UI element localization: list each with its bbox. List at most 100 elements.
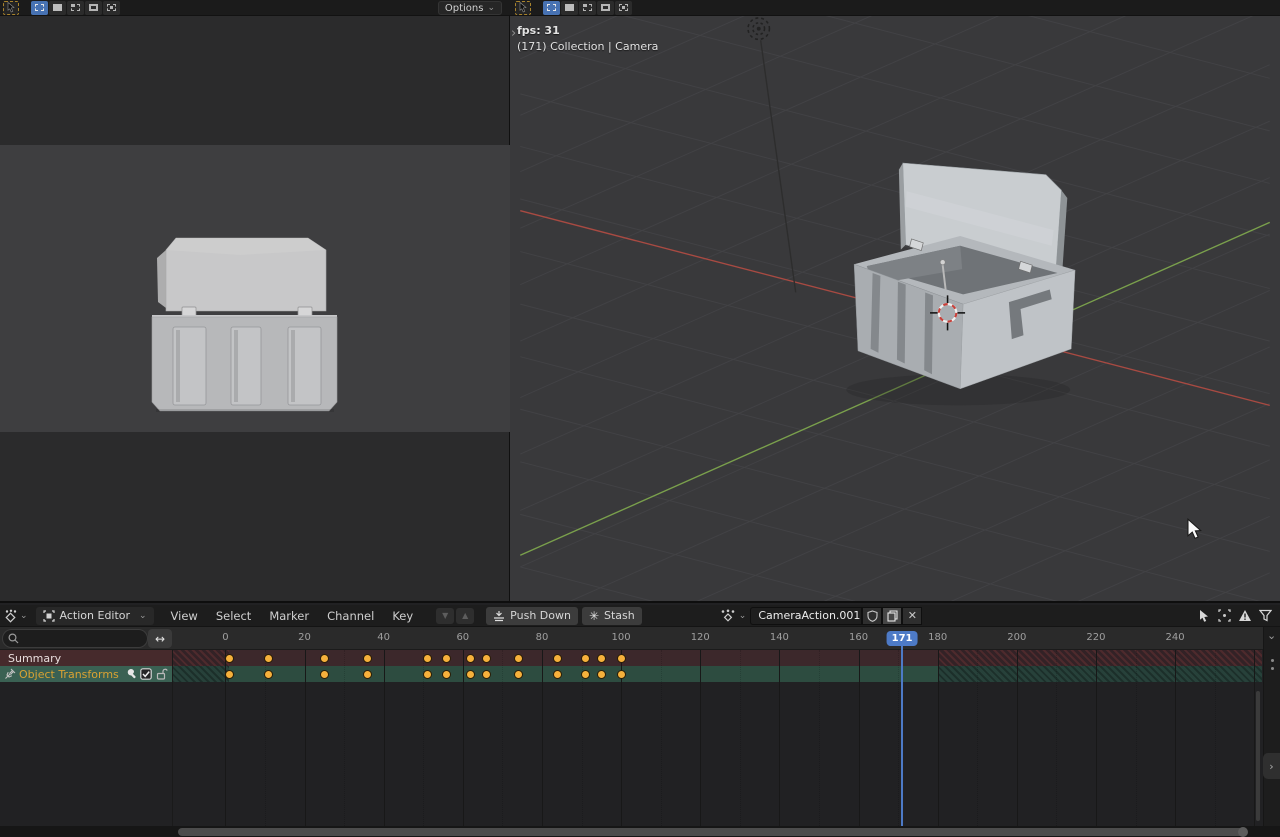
- select-mode-intersect-button[interactable]: [615, 1, 632, 15]
- track-out-of-range-hatch: [172, 650, 229, 666]
- select-intersect-icon: [619, 4, 628, 11]
- mouse-cursor: [1188, 519, 1201, 538]
- new-action-copy-button[interactable]: [882, 607, 902, 625]
- channel-row-summary[interactable]: Summary: [0, 650, 172, 666]
- current-frame-badge[interactable]: 171: [887, 631, 918, 646]
- scene-3d-render: [510, 16, 1280, 601]
- keyframe-dot[interactable]: [466, 654, 475, 663]
- keyframe-dot[interactable]: [466, 670, 475, 679]
- keyframe-dot[interactable]: [553, 654, 562, 663]
- select-subtract-icon: [71, 4, 80, 11]
- editor-mode-dropdown[interactable]: Action Editor ⌄: [36, 607, 154, 625]
- keyframe-dot[interactable]: [363, 670, 372, 679]
- timeline-ruler[interactable]: 020406080100120140160180200220240171: [0, 627, 1280, 650]
- keyframe-dot[interactable]: [514, 654, 523, 663]
- tool-settings-bar-left: Options ⌄: [0, 0, 510, 16]
- active-tool-tweak-button-right[interactable]: [515, 1, 531, 15]
- menu-key[interactable]: Key: [383, 609, 422, 623]
- move-down-button[interactable]: ▼: [436, 608, 454, 624]
- viewport-camera[interactable]: Options ⌄: [0, 0, 510, 601]
- keyframe-dot[interactable]: [482, 670, 491, 679]
- light-gizmo[interactable]: [748, 18, 769, 39]
- action-name-field[interactable]: CameraAction.001: [750, 607, 862, 625]
- keyframe-dot[interactable]: [617, 670, 626, 679]
- options-label: Options: [445, 3, 484, 14]
- keyframe-dot[interactable]: [225, 654, 234, 663]
- keyframe-dot[interactable]: [225, 670, 234, 679]
- checkbox-enabled-icon[interactable]: [140, 668, 152, 680]
- show-hidden-frame-icon[interactable]: [1218, 609, 1231, 622]
- select-mode-extend-button[interactable]: [561, 1, 578, 15]
- menu-channel[interactable]: Channel: [318, 609, 383, 623]
- expand-channels-button[interactable]: ↔: [148, 629, 172, 648]
- keyframe-dot[interactable]: [320, 654, 329, 663]
- lock-open-icon[interactable]: [156, 668, 168, 680]
- fps-counter: fps: 31: [517, 24, 560, 37]
- keyframe-dot[interactable]: [617, 654, 626, 663]
- stash-button[interactable]: ✳ Stash: [582, 607, 642, 625]
- select-mode-intersect-button[interactable]: [103, 1, 120, 15]
- chevron-down-icon: ⌄: [139, 611, 147, 621]
- cursor-tool-icon: [518, 2, 528, 13]
- keyframe-dot[interactable]: [442, 670, 451, 679]
- keyframe-dot[interactable]: [553, 670, 562, 679]
- action-browse-dropdown[interactable]: ⌄: [720, 609, 747, 622]
- fake-user-shield-button[interactable]: [862, 607, 882, 625]
- select-mode-subtract-button[interactable]: [579, 1, 596, 15]
- keyframe-dot[interactable]: [423, 670, 432, 679]
- keyframe-dot[interactable]: [597, 654, 606, 663]
- keyframe-dot[interactable]: [514, 670, 523, 679]
- keyframe-dot[interactable]: [264, 654, 273, 663]
- chevron-down-icon[interactable]: ⌄: [1267, 629, 1276, 642]
- chest-open-render[interactable]: [846, 163, 1075, 405]
- channel-row-object-transforms[interactable]: Object Transforms: [0, 666, 172, 682]
- pin-icon[interactable]: [4, 668, 16, 680]
- playhead-line[interactable]: [901, 646, 903, 826]
- move-up-button[interactable]: ▲: [456, 608, 474, 624]
- active-tool-tweak-button[interactable]: [3, 1, 19, 15]
- select-extend-icon: [565, 4, 574, 11]
- sidebar-toggle-tab[interactable]: ›: [1263, 753, 1280, 779]
- channel-search-input[interactable]: [2, 629, 148, 648]
- keyframe-dot[interactable]: [597, 670, 606, 679]
- channel-summary-label: Summary: [8, 652, 61, 665]
- select-mode-invert-button[interactable]: [85, 1, 102, 15]
- push-down-button[interactable]: Push Down: [486, 607, 578, 625]
- push-down-label: Push Down: [510, 609, 571, 622]
- wrench-modifier-icon[interactable]: [123, 668, 136, 680]
- horizontal-scrollbar-track[interactable]: [0, 826, 1280, 837]
- keyframe-dot[interactable]: [442, 654, 451, 663]
- keyframe-dot[interactable]: [363, 654, 372, 663]
- viewport-perspective[interactable]: fps: 31 (171) Collection | Camera ‹ ›: [510, 0, 1280, 601]
- scrollbar-zoom-handle[interactable]: [1238, 827, 1248, 837]
- keyframe-dot[interactable]: [482, 654, 491, 663]
- horizontal-scrollbar-thumb[interactable]: [178, 828, 1244, 836]
- select-mode-invert-button[interactable]: [597, 1, 614, 15]
- keyframe-dot[interactable]: [264, 670, 273, 679]
- only-errors-warning-icon[interactable]: [1238, 609, 1252, 622]
- menu-view[interactable]: View: [162, 609, 207, 623]
- editor-type-dropdown[interactable]: ⌄: [3, 609, 28, 623]
- sidebar-open-arrow-icon: ›: [1269, 760, 1273, 773]
- filter-funnel-icon[interactable]: [1259, 609, 1272, 622]
- tool-options-dropdown[interactable]: Options ⌄: [438, 1, 502, 15]
- grid-line-minor: [661, 650, 662, 826]
- keyframe-dot[interactable]: [423, 654, 432, 663]
- keyframe-dot[interactable]: [320, 670, 329, 679]
- select-mode-extend-button[interactable]: [49, 1, 66, 15]
- select-mode-new-button[interactable]: [31, 1, 48, 15]
- only-selected-cursor-icon[interactable]: [1198, 609, 1211, 622]
- select-mode-new-button[interactable]: [543, 1, 560, 15]
- chevron-down-icon: ⌄: [739, 611, 747, 621]
- keyframe-dot[interactable]: [581, 654, 590, 663]
- select-mode-subtract-button[interactable]: [67, 1, 84, 15]
- keyframe-dot[interactable]: [581, 670, 590, 679]
- menu-select[interactable]: Select: [207, 609, 260, 623]
- region-split-right-icon[interactable]: ›: [511, 29, 516, 39]
- track-out-of-range-hatch: [938, 666, 1262, 682]
- grid-line-major: [542, 650, 543, 826]
- menu-marker[interactable]: Marker: [260, 609, 318, 623]
- unlink-action-button[interactable]: ✕: [902, 607, 922, 625]
- vertical-scrollbar[interactable]: [1256, 691, 1260, 821]
- keyframe-track-area[interactable]: [0, 650, 1280, 826]
